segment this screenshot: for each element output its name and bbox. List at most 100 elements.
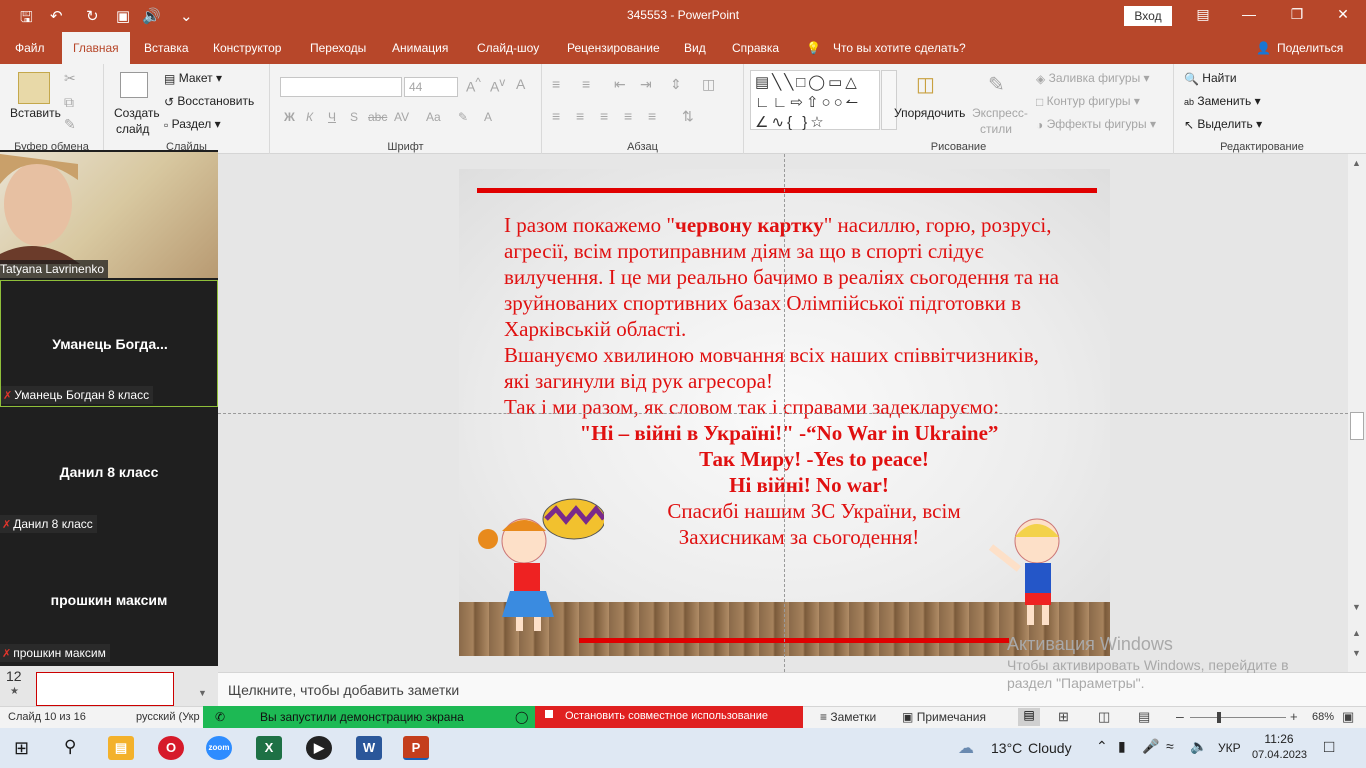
new-slide-icon[interactable] xyxy=(120,72,148,98)
case-button[interactable]: Aa xyxy=(426,110,441,124)
vertical-scrollbar[interactable]: ▲ ▼ ▲ ▼ xyxy=(1348,154,1366,672)
indent-icon[interactable]: ⇥ xyxy=(640,76,652,93)
shapes-scroll[interactable] xyxy=(881,70,897,130)
wifi-icon[interactable]: ≈ xyxy=(1166,738,1174,754)
participant-tile[interactable]: Уманець Богда... ✗ Уманець Богдан 8 класс xyxy=(0,280,218,407)
word-icon[interactable]: W xyxy=(356,736,382,760)
copy-icon[interactable]: ⧉ xyxy=(64,94,74,111)
shape-fill-button[interactable]: ◈ Заливка фигуры ▾ xyxy=(1036,71,1150,86)
clock-time[interactable]: 11:26 xyxy=(1252,732,1306,746)
tray-chevron-icon[interactable]: ⌃ xyxy=(1096,738,1108,755)
participant-tile-video[interactable]: Tatyana Lavrinenko xyxy=(0,152,218,278)
zoom-level[interactable]: 68% xyxy=(1312,711,1334,723)
reset-button[interactable]: ↺ Восстановить xyxy=(164,94,254,109)
zoom-slider[interactable] xyxy=(1190,717,1286,718)
search-icon[interactable]: ⚲ xyxy=(64,737,76,757)
tab-design[interactable]: Конструктор xyxy=(213,41,281,55)
tab-view[interactable]: Вид xyxy=(684,41,706,55)
tell-me-input[interactable]: Что вы хотите сделать? xyxy=(833,41,966,55)
tab-review[interactable]: Рецензирование xyxy=(567,41,660,55)
tab-file[interactable]: Файл xyxy=(15,41,45,55)
paste-icon[interactable] xyxy=(18,72,50,104)
media-player-icon[interactable]: ▶ xyxy=(306,736,332,760)
start-icon[interactable]: ⊞ xyxy=(14,738,29,759)
new-slide-button[interactable]: Создать xyxy=(114,106,160,120)
align-right-icon[interactable]: ≡ xyxy=(600,108,608,124)
line-spacing-icon[interactable]: ⇕ xyxy=(670,76,682,93)
columns-icon[interactable]: ◫ xyxy=(702,76,715,93)
ribbon-options-icon[interactable]: ▤ xyxy=(1188,6,1218,23)
slide-thumbnail[interactable] xyxy=(36,672,174,706)
fit-slide-icon[interactable]: ▣ xyxy=(1342,709,1354,725)
distribute-icon[interactable]: ≡ xyxy=(648,108,656,124)
zoom-slider-thumb[interactable] xyxy=(1217,712,1221,723)
battery-icon[interactable]: ▮ xyxy=(1118,738,1126,755)
scroll-down-icon[interactable]: ▼ xyxy=(1352,602,1361,612)
sorter-view-icon[interactable]: ⊞ xyxy=(1058,709,1069,725)
clear-format-icon[interactable]: A xyxy=(516,76,525,92)
tab-help[interactable]: Справка xyxy=(732,41,779,55)
text-direction-icon[interactable]: ⇅ xyxy=(682,108,694,125)
shapes-gallery[interactable]: ▤╲╲□◯▭△ ∟∟⇨⇧○○↼ ∠∿{ }☆ xyxy=(750,70,880,131)
replace-button[interactable]: ab Заменить ▾ xyxy=(1184,94,1261,108)
highlight-icon[interactable]: ✎ xyxy=(458,110,468,124)
grow-font-icon[interactable]: A^ xyxy=(466,76,481,95)
cut-icon[interactable]: ✂ xyxy=(64,70,76,87)
powerpoint-icon[interactable]: P xyxy=(403,736,429,760)
weather-text[interactable]: Cloudy xyxy=(1028,740,1072,756)
zoom-in-icon[interactable]: + xyxy=(1290,709,1298,724)
tab-animations[interactable]: Анимация xyxy=(392,41,448,55)
excel-icon[interactable]: X xyxy=(256,736,282,760)
align-center-icon[interactable]: ≡ xyxy=(576,108,584,124)
minimize-icon[interactable]: — xyxy=(1234,6,1264,22)
signin-button[interactable]: Вход xyxy=(1124,6,1172,26)
font-name-combo[interactable] xyxy=(280,77,402,97)
participant-tile[interactable]: Данил 8 класс ✗ Данил 8 класс xyxy=(0,409,218,535)
language-indicator[interactable]: русский (Укр xyxy=(136,711,200,723)
font-color-button[interactable]: A xyxy=(484,110,492,124)
shape-outline-button[interactable]: □ Контур фигуры ▾ xyxy=(1036,94,1140,109)
notes-placeholder[interactable]: Щелкните, чтобы добавить заметки xyxy=(228,682,459,698)
normal-view-icon[interactable]: ▤ xyxy=(1018,708,1040,726)
select-button[interactable]: ↖ Выделить ▾ xyxy=(1184,117,1262,132)
volume-icon[interactable]: 🔈 xyxy=(1190,738,1207,755)
thumb-scroll-down-icon[interactable]: ▼ xyxy=(198,688,207,698)
prev-slide-icon[interactable]: ▲ xyxy=(1352,628,1361,638)
shadow-button[interactable]: S xyxy=(350,110,358,124)
explorer-icon[interactable]: ▤ xyxy=(108,736,134,760)
restore-icon[interactable]: ❐ xyxy=(1282,6,1312,23)
horizontal-guide[interactable] xyxy=(218,413,1348,414)
next-slide-icon[interactable]: ▼ xyxy=(1352,648,1361,658)
align-left-icon[interactable]: ≡ xyxy=(552,108,560,124)
mic-icon[interactable]: 🎤 xyxy=(1142,738,1159,755)
share-button[interactable]: Поделиться xyxy=(1277,41,1343,55)
layout-button[interactable]: ▤ Макет ▾ xyxy=(164,71,222,86)
new-slide-button-2[interactable]: слайд xyxy=(116,122,149,136)
section-button[interactable]: ▫ Раздел ▾ xyxy=(164,117,221,132)
scroll-up-icon[interactable]: ▲ xyxy=(1352,158,1361,168)
comments-toggle[interactable]: ▣ Примечания xyxy=(902,710,986,724)
numbering-icon[interactable]: ≡ xyxy=(582,76,590,92)
shrink-font-icon[interactable]: Av xyxy=(490,76,505,95)
clock-date[interactable]: 07.04.2023 xyxy=(1252,749,1307,761)
bullets-icon[interactable]: ≡ xyxy=(552,76,560,92)
zoom-out-icon[interactable]: – xyxy=(1176,708,1184,724)
reading-view-icon[interactable]: ◫ xyxy=(1098,709,1110,725)
arrange-button[interactable]: Упорядочить xyxy=(894,106,965,120)
slideshow-view-icon[interactable]: ▤ xyxy=(1138,709,1150,725)
tab-insert[interactable]: Вставка xyxy=(144,41,189,55)
outdent-icon[interactable]: ⇤ xyxy=(614,76,626,93)
spacing-button[interactable]: AV xyxy=(394,110,409,124)
zoom-app-icon[interactable]: zoom xyxy=(206,736,232,760)
format-painter-icon[interactable]: ✎ xyxy=(64,116,76,133)
bold-button[interactable]: Ж xyxy=(284,110,295,124)
stop-share-button[interactable]: Остановить совместное использование xyxy=(535,706,803,728)
tab-slideshow[interactable]: Слайд-шоу xyxy=(477,41,539,55)
strike-button[interactable]: abc xyxy=(368,110,387,124)
notes-toggle[interactable]: ≡ Заметки xyxy=(820,710,876,724)
paste-button[interactable]: Вставить xyxy=(10,106,61,120)
participant-tile[interactable]: прошкин максим ✗ прошкин максим xyxy=(0,537,218,664)
shape-effects-button[interactable]: ◑ Эффекты фигуры ▾ xyxy=(1036,117,1156,132)
quick-styles-button[interactable]: Экспресс- xyxy=(972,106,1028,120)
font-size-combo[interactable]: 44 xyxy=(404,77,458,97)
